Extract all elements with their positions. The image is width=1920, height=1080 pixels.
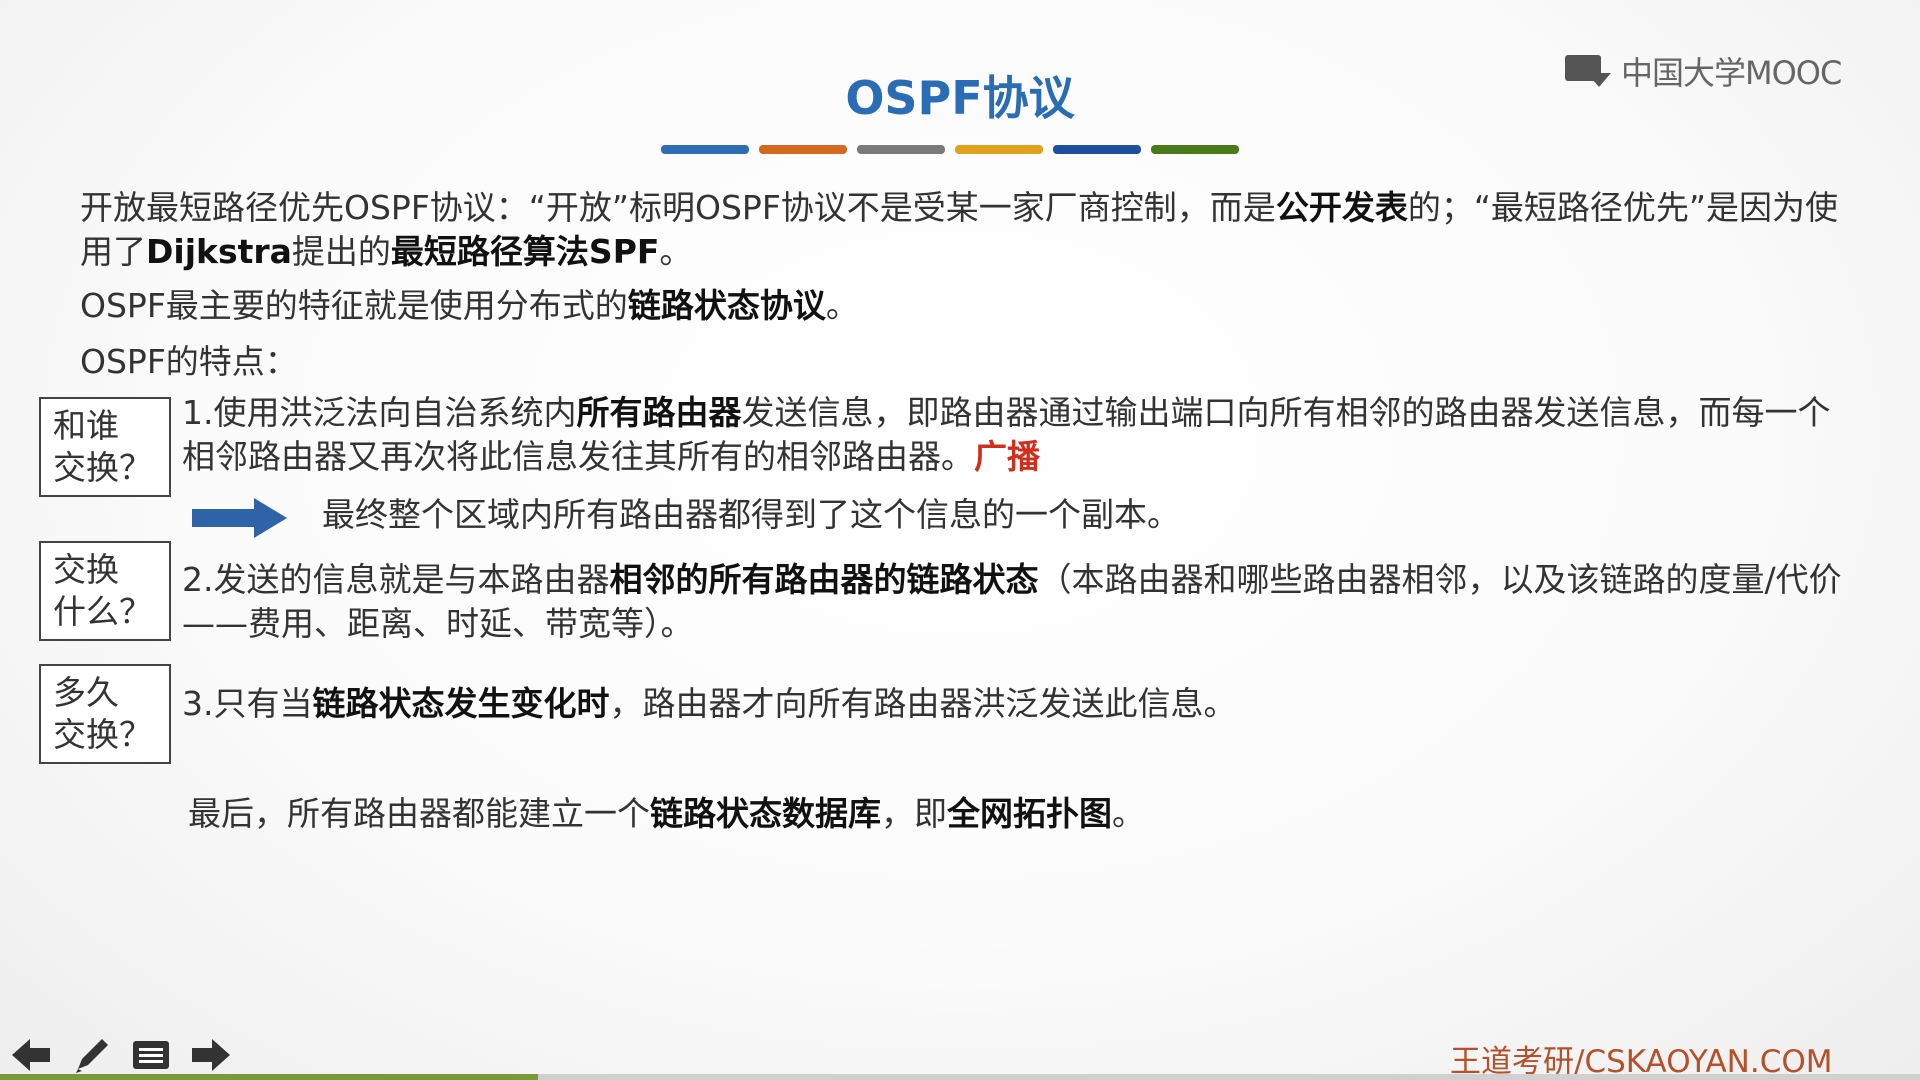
color-segment-orange	[759, 145, 847, 154]
mooc-logo-icon	[1565, 51, 1613, 91]
broadcast-label: 广播	[974, 437, 1040, 476]
box-line: 交换？	[53, 448, 152, 487]
paragraph-ospf-main-feature: OSPF最主要的特征就是使用分布式的链路状态协议。	[80, 286, 859, 325]
menu-icon[interactable]	[132, 1039, 170, 1075]
box-line: 交换？	[53, 715, 152, 754]
box-who-exchange: 和谁 交换？	[39, 397, 171, 497]
progress-bar[interactable]	[0, 1074, 1920, 1080]
box-line: 和谁	[53, 406, 119, 445]
arrow-result-text: 最终整个区域内所有路由器都得到了这个信息的一个副本。	[322, 495, 1180, 534]
final-conclusion: 最后，所有路由器都能建立一个链路状态数据库，即全网拓扑图。	[188, 794, 1145, 833]
feature-item-2: 2.发送的信息就是与本路由器相邻的所有路由器的链路状态（本路由器和哪些路由器相邻…	[182, 560, 1842, 643]
box-line: 多久	[53, 673, 119, 712]
prev-arrow-icon[interactable]	[12, 1037, 52, 1077]
pen-icon[interactable]	[72, 1035, 112, 1079]
next-arrow-icon[interactable]	[190, 1037, 230, 1077]
color-segment-gray	[857, 145, 945, 154]
box-line: 交换	[53, 550, 119, 589]
feature-item-1: 1.使用洪泛法向自治系统内所有路由器发送信息，即路由器通过输出端口向所有相邻的路…	[182, 393, 1831, 476]
mooc-logo-text: 中国大学MOOC	[1621, 53, 1842, 92]
color-segment-navy	[1053, 145, 1141, 154]
slide-nav-toolbar	[12, 1035, 230, 1079]
box-what-exchange: 交换 什么？	[39, 541, 171, 641]
box-how-often-exchange: 多久 交换？	[39, 664, 171, 764]
feature-item-3: 3.只有当链路状态发生变化时，路由器才向所有路由器洪泛发送此信息。	[182, 684, 1237, 723]
title-color-bar	[661, 145, 1239, 154]
mooc-logo: 中国大学MOOC	[1565, 48, 1875, 93]
paragraph-ospf-definition: 开放最短路径优先OSPF协议：“开放”标明OSPF协议不是受某一家厂商控制，而是…	[80, 188, 1839, 271]
color-segment-yellow	[955, 145, 1043, 154]
slide: OSPF协议 中国大学MOOC 开放最短路径优先OSPF协议：“开放”标明OSP…	[0, 0, 1920, 1080]
color-segment-blue	[661, 145, 749, 154]
progress-bar-fill	[0, 1074, 538, 1080]
right-arrow-icon	[192, 498, 287, 538]
paragraph-ospf-features-heading: OSPF的特点：	[80, 342, 298, 381]
box-line: 什么？	[53, 592, 152, 631]
color-segment-green	[1151, 145, 1239, 154]
